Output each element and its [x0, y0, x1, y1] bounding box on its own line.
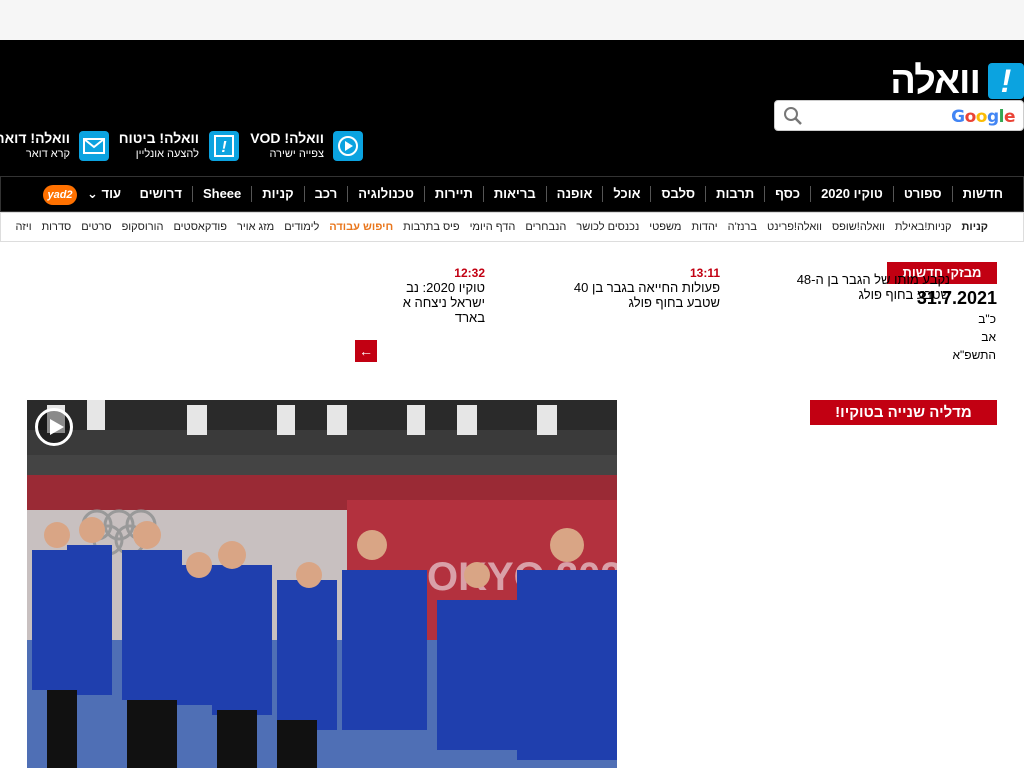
subnav-item[interactable]: קניות [957, 221, 993, 233]
walla-logo[interactable]: ! וואלה [890, 62, 1024, 100]
browser-top-strip [0, 0, 1024, 40]
nav-item-sheee[interactable]: Sheee [191, 186, 251, 202]
subnav-item[interactable]: הנבחרים [520, 221, 571, 233]
hebrew-date-day: כ"ב [978, 312, 996, 326]
subnav-item[interactable]: וואלה!שופס [827, 221, 890, 233]
svg-text:!: ! [221, 139, 227, 156]
search-input[interactable] [809, 104, 949, 126]
nav-item-news[interactable]: חדשות [951, 186, 1013, 202]
subnav-item[interactable]: מזג אויר [232, 221, 279, 233]
subnav-item[interactable]: ברנז'ה [723, 221, 762, 233]
service-subtitle: קרא דואר [25, 148, 70, 160]
nav-item-cars[interactable]: רכב [303, 186, 348, 202]
arrow-left-icon: ← [359, 343, 373, 359]
subnav-item[interactable]: ויזה [11, 221, 37, 233]
subnav-item[interactable]: פודקאסטים [168, 221, 232, 233]
nav-item-jobs[interactable]: דרושים [129, 186, 191, 202]
subnav-item-job-search[interactable]: חיפוש עבודה [324, 221, 398, 233]
insurance-icon: ! [209, 131, 239, 161]
play-circle-icon [333, 131, 363, 161]
main-nav: חדשות ספורט טוקיו 2020 כסף תרבות סלבס או… [0, 176, 1024, 212]
search-icon[interactable] [783, 106, 803, 126]
services-bar: וואלה! VOD צפייה ישירה ! וואלה! ביטוח לה… [0, 130, 370, 174]
news-time: 12:32 [454, 266, 485, 280]
subnav-item[interactable]: נכנסים לכושר [571, 221, 644, 233]
subnav-item[interactable]: הדף היומי [465, 221, 521, 233]
next-arrow-button[interactable]: ← [355, 340, 377, 362]
breaking-news-item[interactable]: נקבע מותו של הגבר בן ה-48 שטבע בחוף פולג [780, 266, 950, 302]
subnav-item[interactable]: פיס בתרבות [398, 221, 464, 233]
news-text: נקבע מותו של הגבר בן ה-48 שטבע בחוף פולג [796, 272, 950, 302]
service-subtitle: צפייה ישירה [269, 148, 325, 160]
search-box: Google [774, 100, 1024, 131]
play-video-icon[interactable] [35, 408, 73, 446]
service-subtitle: להצעה אונליין [135, 148, 199, 160]
nav-item-shopping[interactable]: קניות [251, 186, 303, 202]
subnav-item[interactable]: סרטים [76, 221, 116, 233]
news-time: 13:11 [689, 266, 720, 280]
breaking-news-item[interactable]: 13:11 פעולות החייאה בגבר בן 40 שטבע בחוף… [550, 266, 720, 310]
news-text: פעולות החייאה בגבר בן 40 שטבע בחוף פולג [573, 280, 720, 310]
nav-item-culture[interactable]: תרבות [705, 186, 764, 202]
subnav-item[interactable]: סדרות [37, 221, 77, 233]
nav-item-tourism[interactable]: תיירות [423, 186, 483, 202]
hebrew-date: כ"ב אב התשפ"א [952, 310, 996, 364]
nav-more-button[interactable]: עוד ⌄ [87, 186, 121, 202]
nav-item-money[interactable]: כסף [764, 186, 810, 202]
photo-illustration: OKYO 2020 [27, 400, 617, 768]
yad2-logo[interactable]: yad2 [43, 185, 77, 205]
subnav-item[interactable]: יהדות [686, 221, 722, 233]
chevron-down-icon: ⌄ [87, 186, 98, 201]
mail-icon [79, 131, 109, 161]
nav-item-food[interactable]: אוכל [602, 186, 650, 202]
main-article-image[interactable]: OKYO 2020 [27, 400, 617, 768]
service-vod[interactable]: וואלה! VOD צפייה ישירה [250, 130, 364, 174]
breaking-news-item[interactable]: 12:32 טוקיו 2020: נב ישראל ניצחה א בארד [385, 266, 485, 325]
sub-nav: קניות קניות!באילת וואלה!שופס וואלה!פרינט… [0, 212, 1024, 242]
nav-item-sport[interactable]: ספורט [892, 186, 952, 202]
subnav-item[interactable]: וואלה!פרינט [762, 221, 827, 233]
subnav-item[interactable]: קניות!באילת [890, 221, 957, 233]
site-header: ! וואלה Google וואלה! VOD צפייה ישירה ! … [0, 40, 1024, 176]
subnav-item[interactable]: לימודים [279, 221, 324, 233]
section-title[interactable]: מדליה שנייה בטוקיו! [810, 400, 997, 425]
subnav-item[interactable]: הורוסקופ [117, 221, 169, 233]
service-mail[interactable]: וואלה! דואר קרא דואר [0, 130, 110, 174]
nav-item-tech[interactable]: טכנולוגיה [347, 186, 424, 202]
logo-exclamation-icon: ! [988, 63, 1024, 99]
nav-item-health[interactable]: בריאות [482, 186, 546, 202]
nav-more-label: עוד [101, 186, 122, 201]
service-title: וואלה! VOD [250, 130, 324, 146]
news-text: טוקיו 2020: נב ישראל ניצחה א בארד [402, 280, 485, 325]
service-title: וואלה! ביטוח [118, 130, 199, 146]
nav-item-tokyo[interactable]: טוקיו 2020 [810, 186, 893, 202]
nav-item-fashion[interactable]: אופנה [545, 186, 603, 202]
hebrew-date-month: אב [981, 330, 996, 344]
service-insurance[interactable]: ! וואלה! ביטוח להצעה אונליין [118, 130, 242, 174]
service-title: וואלה! דואר [0, 130, 70, 146]
hebrew-date-year: התשפ"א [952, 348, 996, 362]
google-logo: Google [951, 107, 1015, 127]
nav-item-celebs[interactable]: סלבס [650, 186, 705, 202]
logo-text: וואלה [890, 60, 981, 102]
subnav-item[interactable]: משפטי [644, 221, 686, 233]
